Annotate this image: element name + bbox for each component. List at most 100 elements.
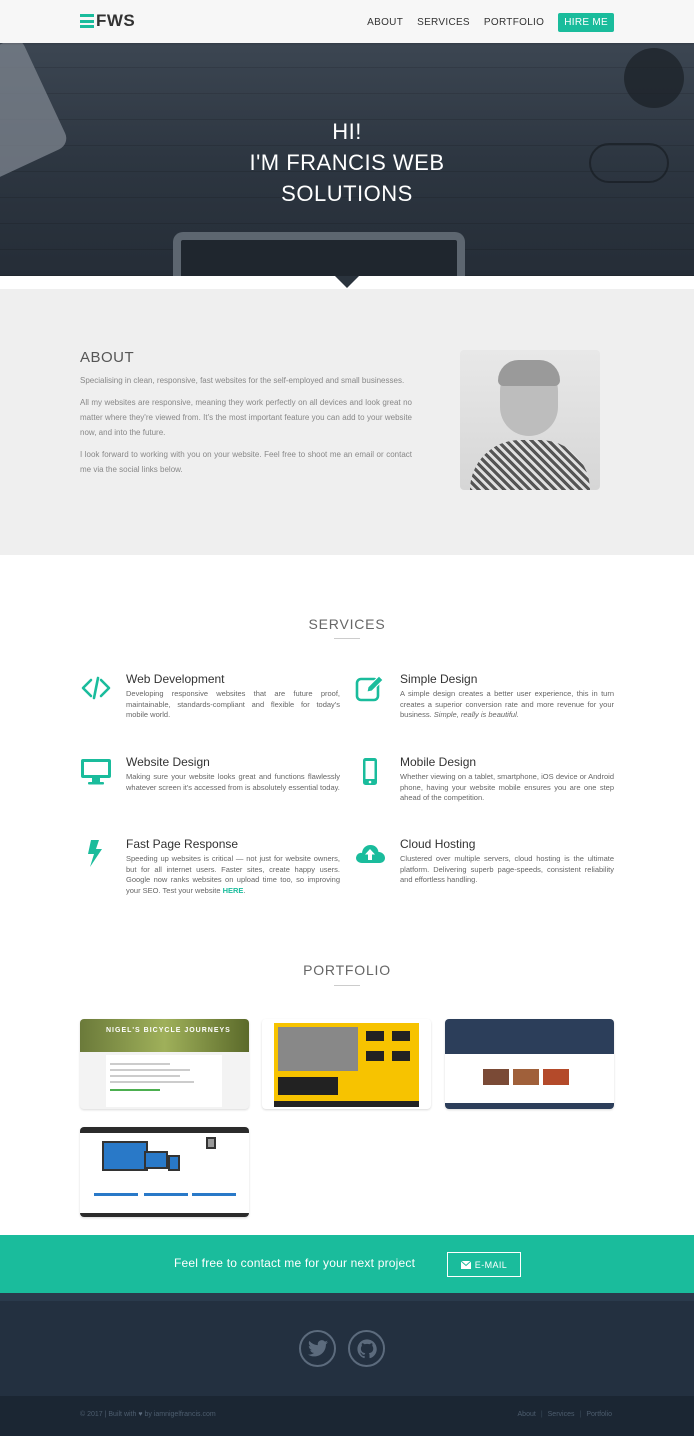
thumb-photo xyxy=(278,1027,358,1071)
thumb-block xyxy=(366,1051,384,1061)
profile-photo xyxy=(460,350,600,490)
github-link[interactable] xyxy=(348,1330,385,1367)
hero-line-2: I'M FRANCIS WEB xyxy=(249,150,445,175)
footer-links: About | Services | Portfolio xyxy=(518,1411,612,1418)
footer-link-portfolio[interactable]: Portfolio xyxy=(586,1411,612,1418)
hero-title: HI! I'M FRANCIS WEB SOLUTIONS xyxy=(0,116,694,209)
portfolio-item-conference[interactable] xyxy=(445,1019,614,1109)
thumb-header xyxy=(445,1019,614,1054)
photo-hair xyxy=(498,360,560,386)
service-desc: A simple design creates a better user ex… xyxy=(400,689,614,721)
heart-icon: ♥ xyxy=(138,1411,143,1418)
services-title: SERVICES xyxy=(308,616,386,632)
hero-line-3: SOLUTIONS xyxy=(281,181,413,206)
thumb-footer xyxy=(445,1103,614,1109)
menu-bars-icon xyxy=(80,14,94,28)
portfolio-underline xyxy=(334,985,360,986)
nav-about-link[interactable]: ABOUT xyxy=(367,17,403,28)
footer-bottom-bar: © 2017 | Built with ♥ by iamnigelfrancis… xyxy=(0,1396,694,1436)
twitter-icon xyxy=(307,1340,328,1357)
thumb-footer xyxy=(80,1213,249,1217)
hire-me-button[interactable]: HIRE ME xyxy=(558,13,614,32)
footer-link-about[interactable]: About xyxy=(518,1411,536,1418)
about-title: ABOUT xyxy=(80,349,135,366)
service-desc: Making sure your website looks great and… xyxy=(126,772,340,792)
about-text: Specialising in clean, responsive, fast … xyxy=(80,373,412,484)
portfolio-item-nigel-francis[interactable] xyxy=(80,1127,249,1217)
service-name: Website Design xyxy=(126,755,210,769)
hero-tablet-decor xyxy=(173,232,465,276)
thumb-line xyxy=(110,1069,190,1071)
thumb-block xyxy=(278,1077,338,1095)
footer xyxy=(0,1293,694,1396)
about-section: ABOUT Specialising in clean, responsive,… xyxy=(0,289,694,555)
service-desc: Speeding up websites is critical — not j… xyxy=(126,854,340,895)
thumb-bar xyxy=(94,1193,138,1196)
hero-camera-decor xyxy=(624,48,684,108)
service-name: Fast Page Response xyxy=(126,837,239,851)
thumb-line xyxy=(110,1081,194,1083)
portfolio-item-bicycle-journeys[interactable]: NIGEL'S BICYCLE JOURNEYS xyxy=(80,1019,249,1109)
thumb-photo xyxy=(513,1069,539,1085)
service-name: Mobile Design xyxy=(400,755,477,769)
copyright-author-link[interactable]: by iamnigelfrancis.com xyxy=(144,1411,215,1418)
thumb-line xyxy=(110,1089,160,1091)
service-desc: Whether viewing on a tablet, smartphone,… xyxy=(400,772,614,802)
thumb-yellow-page xyxy=(274,1023,419,1107)
service-desc: Clustered over multiple servers, cloud h… xyxy=(400,854,614,884)
thumb-footer xyxy=(274,1101,419,1107)
edit-icon xyxy=(355,675,384,702)
service-desc-emphasis: Simple, really is beautiful. xyxy=(433,710,519,719)
thumb-tablet xyxy=(168,1155,180,1171)
thumb-block xyxy=(392,1051,410,1061)
thumb-block xyxy=(366,1031,384,1041)
about-paragraph-1: Specialising in clean, responsive, fast … xyxy=(80,376,405,385)
service-name: Web Development xyxy=(126,672,225,686)
thumb-laptop xyxy=(144,1151,168,1169)
logo[interactable]: FWS xyxy=(80,10,135,32)
thumb-line xyxy=(110,1075,180,1077)
cloud-upload-icon xyxy=(356,845,385,863)
portfolio-item-operator-services[interactable] xyxy=(262,1019,431,1109)
footer-link-services[interactable]: Services xyxy=(548,1411,575,1418)
bolt-icon xyxy=(88,840,102,867)
thumb-header xyxy=(80,1127,249,1133)
twitter-link[interactable] xyxy=(299,1330,336,1367)
portfolio-title: PORTFOLIO xyxy=(303,962,391,978)
thumb-monitor xyxy=(102,1141,148,1171)
photo-shirt xyxy=(470,440,590,490)
thumb-block xyxy=(392,1031,410,1041)
service-name: Cloud Hosting xyxy=(400,837,476,851)
github-icon xyxy=(356,1338,377,1358)
email-button[interactable]: E-MAIL xyxy=(447,1252,521,1277)
cta-text: Feel free to contact me for your next pr… xyxy=(174,1256,416,1270)
copyright-text: © 2017 | Built with xyxy=(80,1411,137,1418)
hero-line-1: HI! xyxy=(332,119,362,144)
footer-link-separator: | xyxy=(579,1411,582,1418)
copyright: © 2017 | Built with ♥ by iamnigelfrancis… xyxy=(80,1411,216,1418)
thumb-photo xyxy=(543,1069,569,1085)
thumb-avatar xyxy=(206,1137,216,1149)
nav-services-link[interactable]: SERVICES xyxy=(417,17,470,28)
service-desc: Developing responsive websites that are … xyxy=(126,689,340,719)
about-paragraph-3: I look forward to working with you on yo… xyxy=(80,450,412,474)
nav-portfolio-link[interactable]: PORTFOLIO xyxy=(484,17,544,28)
envelope-icon xyxy=(460,1260,471,1269)
nav-links: ABOUT SERVICES PORTFOLIO HIRE ME xyxy=(367,13,614,32)
service-name: Simple Design xyxy=(400,672,478,686)
speed-test-link[interactable]: HERE xyxy=(223,886,244,895)
code-icon xyxy=(81,676,111,700)
footer-stripe xyxy=(0,1293,694,1301)
services-underline xyxy=(334,638,360,639)
top-navbar: FWS ABOUT SERVICES PORTFOLIO HIRE ME xyxy=(0,0,694,43)
email-button-label: E-MAIL xyxy=(474,1259,508,1270)
hero-down-arrow-icon xyxy=(335,276,359,288)
logo-text: FWS xyxy=(96,11,136,30)
contact-cta-bar: Feel free to contact me for your next pr… xyxy=(0,1235,694,1293)
monitor-icon xyxy=(81,759,111,785)
thumb-bar xyxy=(144,1193,188,1196)
mobile-icon xyxy=(363,758,377,785)
thumb-photo xyxy=(483,1069,509,1085)
thumb-bar xyxy=(192,1193,236,1196)
hero-banner: HI! I'M FRANCIS WEB SOLUTIONS xyxy=(0,43,694,276)
